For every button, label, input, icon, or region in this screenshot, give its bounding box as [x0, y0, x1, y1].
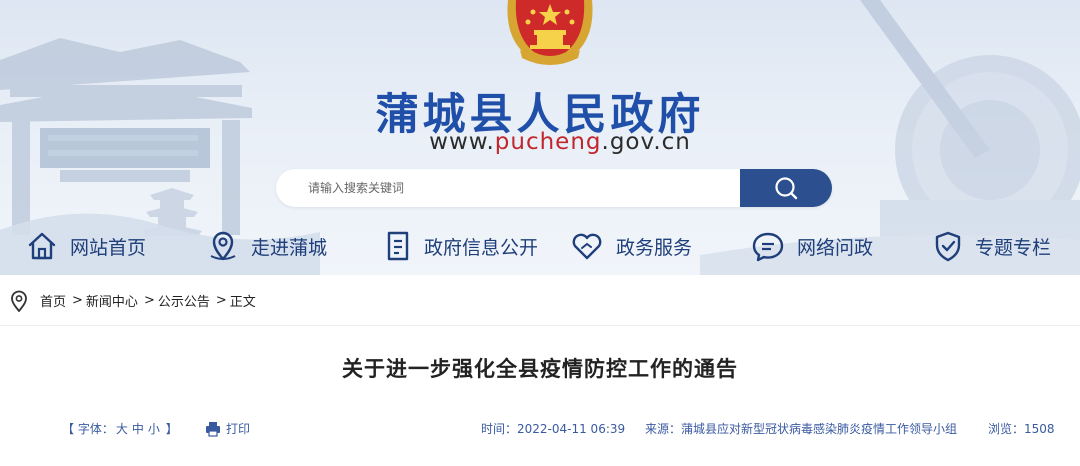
document-icon [387, 231, 409, 261]
nav-item-services[interactable]: 政务服务 [570, 222, 692, 270]
header-banner: 蒲城县人民政府 www.pucheng.gov.cn 网站首页 [0, 0, 1080, 275]
site-url-suffix: .gov.cn [601, 129, 691, 155]
breadcrumb-news-center[interactable]: 新闻中心 [86, 291, 138, 310]
nav-item-home[interactable]: 网站首页 [26, 222, 146, 270]
font-size-suffix: 】 [161, 422, 178, 436]
print-label: 打印 [226, 422, 251, 436]
article-meta: 【 字体：大中小 】 打印 时间：2022-04-11 06:39 来源：蒲城县… [0, 420, 1080, 438]
view-count: 浏览：1508 [988, 422, 1055, 436]
national-emblem-icon [507, 0, 593, 65]
nav-item-online-inquiry[interactable]: 网络问政 [751, 222, 873, 270]
nav-item-label: 网站首页 [70, 236, 147, 259]
site-url[interactable]: www.pucheng.gov.cn [0, 129, 1080, 155]
site-url-accent: pucheng [494, 129, 602, 155]
font-size-control: 【 字体：大中小 】 [62, 420, 178, 437]
print-button[interactable]: 打印 [205, 420, 250, 437]
nav-item-special-topics[interactable]: 专题专栏 [933, 222, 1051, 270]
map-pin-icon [11, 290, 27, 312]
nav-item-label: 网络问政 [797, 236, 874, 259]
search-icon [775, 177, 798, 200]
home-icon [28, 232, 56, 260]
font-size-large[interactable]: 大 [116, 422, 128, 436]
heart-icon [572, 233, 602, 260]
site-url-prefix: www. [429, 129, 495, 155]
search-button[interactable] [740, 169, 832, 207]
chat-icon [752, 232, 784, 262]
breadcrumb-announcements[interactable]: 公示公告 [158, 291, 210, 310]
breadcrumb-current: 正文 [229, 295, 256, 310]
nav-item-gov-info[interactable]: 政府信息公开 [384, 222, 538, 270]
breadcrumb: 首页 > 新闻中心 > 公示公告 > 正文 [40, 291, 256, 310]
location-icon [210, 231, 236, 261]
shield-check-icon [935, 231, 961, 262]
breadcrumb-separator: > [143, 293, 155, 308]
publish-time: 时间：2022-04-11 06:39 [481, 422, 626, 436]
printer-icon [206, 421, 220, 437]
article-title: 关于进一步强化全县疫情防控工作的通告 [342, 357, 738, 381]
article-source: 来源：蒲城县应对新型冠状病毒感染肺炎疫情工作领导小组 [645, 422, 958, 436]
font-size-medium[interactable]: 中 [132, 422, 144, 436]
font-size-small[interactable]: 小 [148, 422, 160, 436]
breadcrumb-home[interactable]: 首页 [40, 291, 66, 310]
nav-item-label: 专题专栏 [975, 236, 1052, 259]
nav-item-label: 政务服务 [616, 236, 693, 259]
main-nav: 网站首页 走进蒲城 政府信息公开 政务服务 网络问政 专题专栏 [0, 222, 1080, 270]
breadcrumb-separator: > [215, 293, 227, 308]
search-input[interactable] [276, 169, 740, 207]
breadcrumb-bar: 首页 > 新闻中心 > 公示公告 > 正文 [0, 275, 1080, 326]
search-box [276, 169, 832, 207]
breadcrumb-separator: > [72, 293, 83, 308]
nav-item-about[interactable]: 走进蒲城 [207, 222, 327, 270]
font-size-prefix: 【 字体： [62, 422, 114, 436]
nav-item-label: 走进蒲城 [251, 236, 328, 259]
nav-item-label: 政府信息公开 [424, 236, 539, 259]
